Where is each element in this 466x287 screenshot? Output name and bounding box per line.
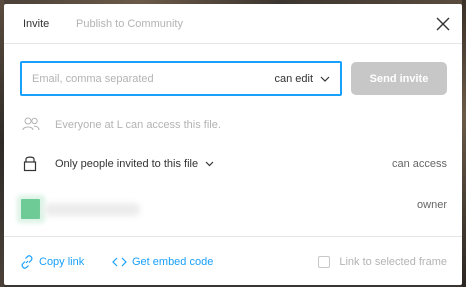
- member-name-redacted: [44, 203, 140, 216]
- email-field-container: can edit: [20, 61, 342, 96]
- dialog-footer: Copy link Get embed code Link to selecte…: [4, 236, 462, 285]
- access-permission-label: can access: [391, 158, 447, 170]
- invite-permission-dropdown[interactable]: can edit: [274, 72, 330, 86]
- copy-link-label: Copy link: [39, 256, 85, 268]
- background-canvas-right: [462, 0, 466, 287]
- tab-publish-to-community[interactable]: Publish to Community: [76, 17, 183, 31]
- get-embed-code-button[interactable]: Get embed code: [112, 255, 213, 269]
- link-to-selected-frame-checkbox[interactable]: Link to selected frame: [318, 255, 447, 269]
- tab-invite[interactable]: Invite: [23, 17, 49, 31]
- link-to-selected-frame-label: Link to selected frame: [339, 256, 447, 268]
- people-icon: [22, 117, 40, 131]
- chevron-down-icon: [320, 76, 330, 82]
- email-input[interactable]: [32, 70, 252, 87]
- access-scope-label: Only people invited to this file: [55, 158, 199, 170]
- everyone-access-row: Everyone at L can access this file.: [4, 114, 462, 136]
- send-invite-button[interactable]: Send invite: [351, 62, 447, 95]
- access-scope-row: Only people invited to this file can acc…: [4, 153, 462, 175]
- access-scope-dropdown[interactable]: Only people invited to this file: [55, 157, 214, 171]
- member-role-label: owner: [417, 199, 447, 211]
- link-icon: [21, 255, 33, 269]
- invite-row: can edit Send invite: [20, 61, 447, 96]
- share-dialog: Invite Publish to Community can edit Sen…: [4, 4, 462, 285]
- avatar: [21, 199, 40, 219]
- copy-link-button[interactable]: Copy link: [20, 255, 84, 269]
- close-icon: [436, 17, 450, 31]
- close-button[interactable]: [434, 15, 452, 33]
- chevron-down-icon: [205, 161, 214, 167]
- invite-permission-label: can edit: [274, 73, 313, 85]
- lock-icon: [23, 156, 37, 172]
- code-icon: [112, 257, 127, 267]
- get-embed-code-label: Get embed code: [132, 256, 214, 268]
- dialog-header: Invite Publish to Community: [4, 4, 462, 44]
- everyone-access-text: Everyone at L can access this file.: [55, 119, 221, 131]
- checkbox-box[interactable]: [318, 256, 331, 268]
